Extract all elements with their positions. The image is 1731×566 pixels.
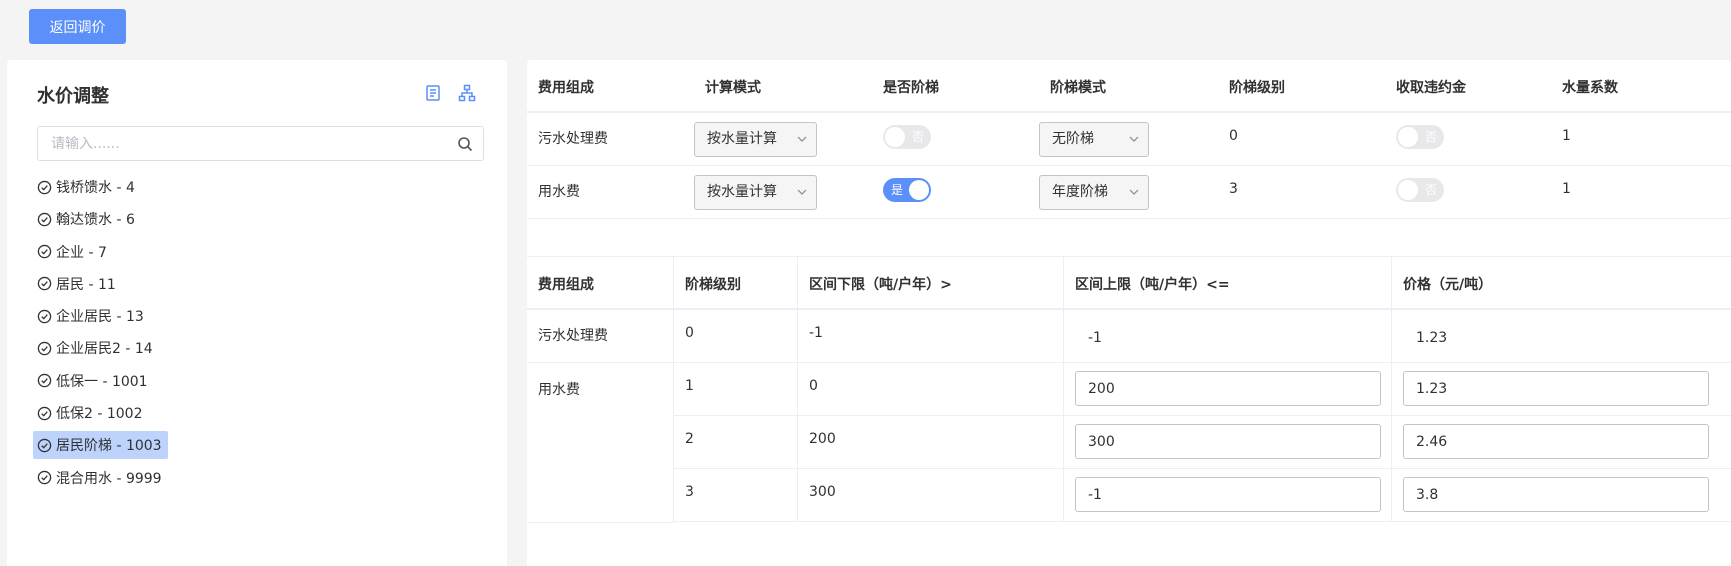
- header-cell: 阶梯级别: [1229, 80, 1285, 96]
- tier-level: 3: [685, 484, 694, 500]
- price-input[interactable]: [1403, 371, 1709, 406]
- tier-table-header: 费用组成 阶梯级别 区间下限（吨/户年）> 区间上限（吨/户年）<= 价格（元/…: [527, 256, 1731, 310]
- price: 1.23: [1416, 330, 1448, 346]
- tree-item-label: 钱桥馈水 - 4: [56, 180, 135, 196]
- tiered-switch[interactable]: 否: [883, 125, 931, 149]
- tree-item-label: 企业居民 - 13: [56, 309, 144, 326]
- fee-name: 用水费: [538, 382, 580, 398]
- table-row: 污水处理费 按水量计算 否 无阶梯 0 否 1: [527, 113, 1731, 166]
- tree-item-label: 低保2 - 1002: [56, 406, 143, 423]
- upper-bound-input[interactable]: [1075, 371, 1381, 406]
- sidebar-panel: 水价调整 钱桥馈水 - 4 翰达馈水 - 6 企业 - 7 居民 - 11 企业居民 -…: [7, 60, 507, 566]
- search-input[interactable]: [38, 127, 438, 160]
- check-circle-icon: [37, 374, 52, 388]
- tier-level: 3: [1229, 181, 1238, 197]
- lower-bound: 300: [809, 484, 836, 500]
- header-cell: 收取违约金: [1396, 80, 1466, 96]
- tree-item-label: 居民 - 11: [56, 276, 116, 293]
- check-circle-icon: [37, 406, 52, 420]
- calc-mode-select[interactable]: 按水量计算: [694, 122, 817, 157]
- table-row: 1 0: [527, 363, 1731, 416]
- tier-mode-select[interactable]: 年度阶梯: [1039, 175, 1149, 210]
- fee-name: 污水处理费: [538, 131, 608, 147]
- header-cell: 区间上限（吨/户年）<=: [1064, 257, 1392, 308]
- header-cell: 费用组成: [538, 80, 594, 96]
- coefficient: 1: [1562, 128, 1571, 144]
- tree-item[interactable]: 居民 - 11: [33, 270, 168, 298]
- tree-item[interactable]: 翰达馈水 - 6: [33, 205, 168, 233]
- upper-bound-input[interactable]: [1075, 424, 1381, 459]
- tree-item[interactable]: 低保一 - 1001: [33, 367, 168, 395]
- check-circle-icon: [37, 309, 52, 323]
- price-input[interactable]: [1403, 477, 1709, 512]
- tier-level: 0: [1229, 128, 1238, 144]
- sidebar-title: 水价调整: [37, 86, 109, 107]
- category-tree: 钱桥馈水 - 4 翰达馈水 - 6 企业 - 7 居民 - 11 企业居民 - 13 企业…: [33, 173, 168, 496]
- tier-level: 1: [685, 378, 694, 394]
- chevron-down-icon: [797, 189, 807, 195]
- check-circle-icon: [37, 277, 52, 291]
- header-cell: 区间下限（吨/户年）>: [798, 257, 1064, 308]
- tree-item[interactable]: 企业居民2 - 14: [33, 334, 168, 362]
- chevron-down-icon: [797, 136, 807, 142]
- back-to-pricing-button[interactable]: 返回调价: [29, 9, 126, 44]
- fee-table-header: 费用组成 计算模式 是否阶梯 阶梯模式 阶梯级别 收取违约金 水量系数: [527, 60, 1731, 113]
- document-icon[interactable]: [424, 84, 442, 102]
- lower-bound: 0: [809, 378, 818, 394]
- check-circle-icon: [37, 438, 52, 453]
- penalty-switch[interactable]: 否: [1396, 178, 1444, 202]
- tree-item-label: 企业 - 7: [56, 244, 107, 261]
- tier-mode-select[interactable]: 无阶梯: [1039, 122, 1149, 157]
- tree-item[interactable]: 企业 - 7: [33, 238, 168, 266]
- search-icon[interactable]: [457, 136, 473, 152]
- tree-item[interactable]: 钱桥馈水 - 4: [33, 173, 168, 201]
- tree-item[interactable]: 混合用水 - 9999: [33, 464, 168, 492]
- tree-item-label: 翰达馈水 - 6: [56, 212, 135, 229]
- tier-level: 0: [685, 325, 694, 341]
- table-row: 污水处理费 0 -1 -1 1.23: [527, 310, 1731, 363]
- header-cell: 水量系数: [1562, 80, 1618, 96]
- tiered-switch[interactable]: 是: [883, 178, 931, 202]
- fee-name: 用水费: [538, 184, 580, 200]
- tree-item-label: 居民阶梯 - 1003: [56, 438, 162, 455]
- tree-item-label: 混合用水 - 9999: [56, 470, 162, 487]
- header-cell: 阶梯模式: [1050, 80, 1106, 96]
- lower-bound: -1: [809, 325, 823, 341]
- header-cell: 阶梯级别: [674, 257, 798, 308]
- upper-bound-input[interactable]: [1075, 477, 1381, 512]
- price-input[interactable]: [1403, 424, 1709, 459]
- tree-item[interactable]: 居民阶梯 - 1003: [33, 431, 168, 460]
- hierarchy-icon[interactable]: [458, 84, 476, 102]
- search-box: [37, 126, 484, 161]
- merged-fee-cell: 用水费: [527, 364, 674, 523]
- tree-item[interactable]: 低保2 - 1002: [33, 399, 168, 427]
- fee-name: 污水处理费: [538, 328, 608, 344]
- table-row: 3 300: [527, 469, 1731, 522]
- check-circle-icon: [37, 244, 52, 259]
- lower-bound: 200: [809, 431, 836, 447]
- upper-bound: -1: [1088, 330, 1102, 346]
- header-cell: 计算模式: [705, 80, 761, 96]
- penalty-switch[interactable]: 否: [1396, 125, 1444, 149]
- chevron-down-icon: [1129, 136, 1139, 142]
- tree-item-label: 低保一 - 1001: [56, 373, 148, 390]
- tier-level: 2: [685, 431, 694, 447]
- header-cell: 费用组成: [527, 257, 674, 308]
- chevron-down-icon: [1129, 189, 1139, 195]
- header-cell: 价格（元/吨）: [1403, 277, 1493, 293]
- tree-item-label: 企业居民2 - 14: [56, 341, 153, 358]
- table-row: 2 200: [527, 416, 1731, 469]
- coefficient: 1: [1562, 181, 1571, 197]
- check-circle-icon: [37, 212, 52, 227]
- main-panel: 费用组成 计算模式 是否阶梯 阶梯模式 阶梯级别 收取违约金 水量系数 污水处理…: [527, 60, 1731, 566]
- calc-mode-select[interactable]: 按水量计算: [694, 175, 817, 210]
- check-circle-icon: [37, 180, 52, 194]
- check-circle-icon: [37, 470, 52, 485]
- check-circle-icon: [37, 341, 52, 356]
- header-cell: 是否阶梯: [883, 80, 939, 96]
- table-row: 用水费 按水量计算 是 年度阶梯 3 否 1: [527, 166, 1731, 219]
- tree-item[interactable]: 企业居民 - 13: [33, 302, 168, 330]
